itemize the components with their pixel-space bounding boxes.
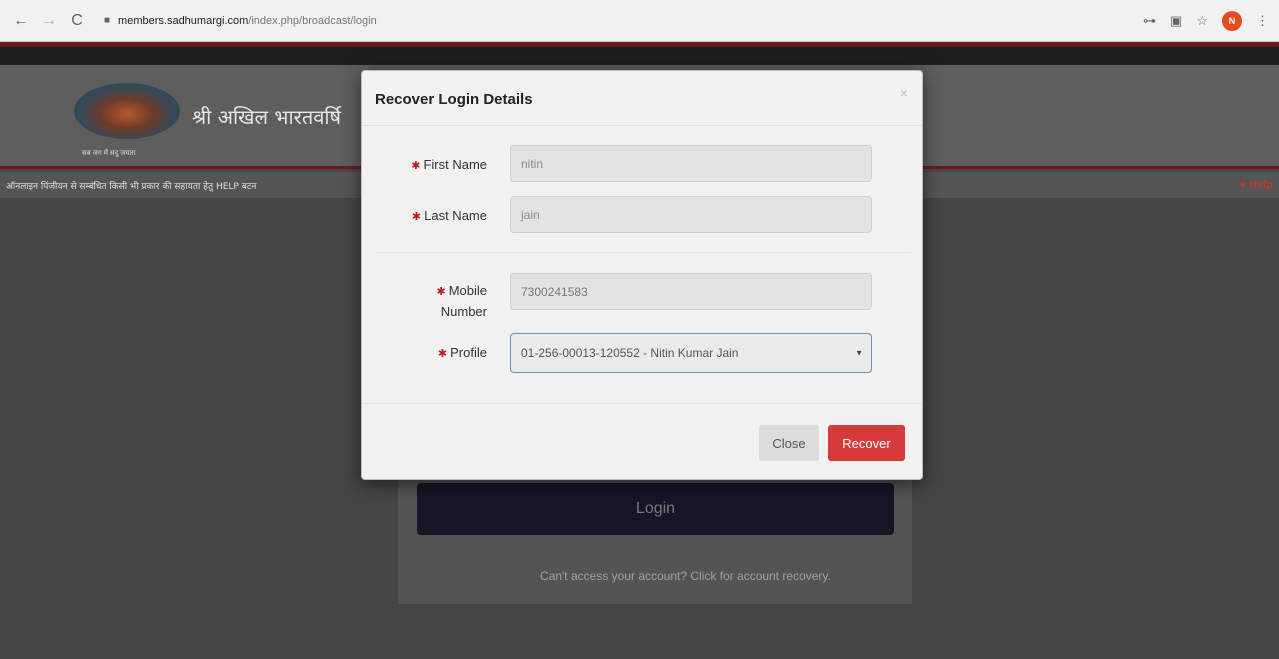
modal-header: Recover Login Details × — [362, 71, 922, 126]
close-button[interactable]: Close — [759, 425, 819, 461]
mobile-label: ✱ Mobile Number — [402, 281, 487, 321]
account-recovery-link[interactable]: Can't access your account? Click for acc… — [540, 569, 831, 583]
help-link[interactable]: ● Help — [1239, 179, 1273, 191]
browser-toolbar: ← → C ■ members.sadhumargi.com /index.ph… — [0, 0, 1279, 42]
key-icon[interactable]: ⊶ — [1143, 13, 1156, 29]
back-icon[interactable]: ← — [10, 10, 32, 32]
dark-stripe — [0, 47, 1279, 65]
translate-icon[interactable]: ▣ — [1170, 13, 1182, 29]
profile-select[interactable]: 01-256-00013-120552 - Nitin Kumar Jain ▼ — [510, 333, 872, 373]
recover-button[interactable]: Recover — [828, 425, 905, 461]
reload-icon[interactable]: C — [66, 10, 88, 32]
help-label: Help — [1249, 179, 1273, 191]
menu-icon[interactable]: ⋮ — [1256, 13, 1269, 29]
required-icon: ✱ — [437, 348, 448, 360]
last-name-label: ✱ Last Name — [392, 206, 487, 227]
help-icon: ● — [1239, 179, 1247, 191]
mobile-number-field[interactable]: 7300241583 — [510, 273, 872, 310]
site-logo — [74, 83, 180, 139]
logo-caption: सब जग में सदु जयता — [82, 150, 136, 157]
recover-login-modal: Recover Login Details × ✱ First Name niti… — [361, 70, 923, 480]
last-name-field[interactable]: jain — [510, 196, 872, 233]
chevron-down-icon: ▼ — [855, 348, 863, 358]
required-icon: ✱ — [411, 211, 422, 223]
section-divider — [375, 252, 911, 253]
first-name-label-text: First Name — [423, 157, 487, 172]
profile-avatar[interactable]: N — [1222, 10, 1242, 31]
required-icon: ✱ — [436, 286, 446, 298]
last-name-label-text: Last Name — [424, 208, 487, 223]
close-icon[interactable]: × — [900, 85, 908, 101]
profile-label-text: Profile — [450, 345, 487, 360]
mobile-label-line2: Number — [440, 304, 487, 319]
notice-text: ऑनलाइन पिंजीयन से सम्बंधित किसी भी प्रका… — [6, 181, 257, 192]
profile-label: ✱ Profile — [402, 343, 487, 364]
login-button[interactable]: Login — [417, 483, 894, 535]
url-domain: members.sadhumargi.com — [118, 14, 249, 27]
address-bar[interactable]: ■ members.sadhumargi.com /index.php/broa… — [104, 15, 377, 27]
mobile-label-line1: Mobile — [448, 283, 487, 298]
url-path: /index.php/broadcast/login — [248, 14, 377, 27]
first-name-label: ✱ First Name — [392, 155, 487, 176]
star-icon[interactable]: ☆ — [1196, 13, 1208, 29]
forward-icon[interactable]: → — [38, 10, 60, 32]
lock-icon: ■ — [104, 15, 111, 26]
profile-select-value: 01-256-00013-120552 - Nitin Kumar Jain — [521, 346, 739, 360]
modal-footer: Close Recover — [362, 403, 922, 479]
required-icon: ✱ — [411, 160, 421, 172]
first-name-field[interactable]: nitin — [510, 145, 872, 182]
modal-title: Recover Login Details — [375, 91, 533, 108]
site-title: श्री अखिल भारतवर्षि — [192, 105, 342, 129]
